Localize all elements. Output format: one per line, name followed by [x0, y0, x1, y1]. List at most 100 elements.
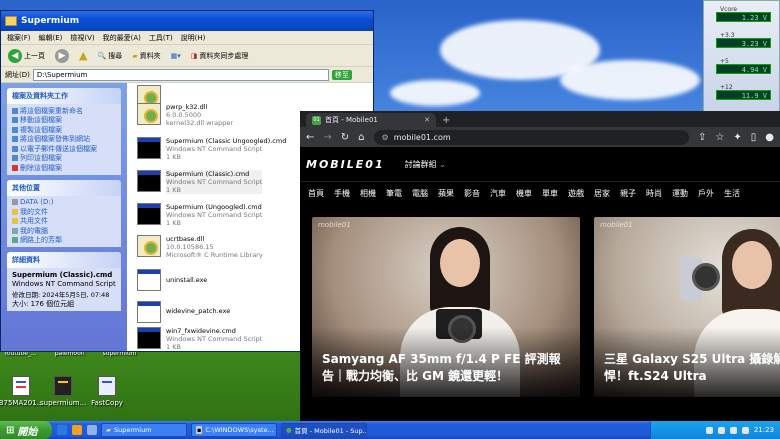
browser-window[interactable]: 01 首頁 - Mobile01 ✕ + ← → ↻ ⌂ ⚙ mobile01.com… [300, 111, 780, 421]
nav-item[interactable]: 汽車 [490, 188, 506, 199]
task-delete[interactable]: 刪除這個檔案 [12, 163, 116, 173]
menu-edit[interactable]: 編輯(E) [39, 33, 63, 43]
other-places-title[interactable]: 其他位置 [7, 179, 121, 196]
hero-caption[interactable]: Samyang AF 35mm f/1.4 P FE 評測報告｜戰力均衡、比 G… [322, 351, 570, 385]
nav-item[interactable]: 機車 [516, 188, 532, 199]
go-button[interactable]: 移至 [331, 69, 352, 80]
forum-label: 討論群組 [404, 159, 437, 169]
new-tab-button[interactable]: + [442, 115, 450, 126]
clock[interactable]: 21:23 [754, 426, 774, 434]
place-network[interactable]: 網路上的芳鄰 [12, 236, 116, 246]
taskbar-item-explorer[interactable]: ▰ Supermium [101, 423, 187, 437]
nav-item[interactable]: 生活 [724, 188, 740, 199]
gadget-value: 1.23 V [716, 12, 771, 22]
nav-item[interactable]: 電腦 [412, 188, 428, 199]
desktop-icon-fastcopy[interactable]: FastCopy [84, 376, 130, 407]
quicklaunch-desktop-icon[interactable] [87, 425, 97, 435]
nav-item[interactable]: 戶外 [698, 188, 714, 199]
menu-help[interactable]: 說明(H) [181, 33, 206, 43]
share-icon[interactable]: ⇪ [698, 132, 706, 143]
task-label: 將這個檔案重新命名 [20, 106, 83, 115]
forum-dropdown[interactable]: 討論群組 ⌄ [405, 159, 446, 170]
nav-item[interactable]: 首頁 [308, 188, 324, 199]
task-rename[interactable]: 將這個檔案重新命名 [12, 106, 116, 116]
tray-app-icon[interactable] [741, 426, 749, 434]
file-item[interactable]: win7_fxwidevine.cmd Windows NT Command Sc… [137, 327, 262, 351]
hero-article-2[interactable]: mobile01 三星 Galaxy S25 Ultra 攝錄解析｜影更強悍！f… [594, 217, 780, 397]
place-my-computer[interactable]: 我的電腦 [12, 226, 116, 236]
home-icon[interactable]: ⌂ [358, 132, 364, 143]
file-item-selected[interactable]: Supermium (Classic).cmd Windows NT Comman… [137, 170, 263, 194]
menu-tools[interactable]: 工具(T) [149, 33, 173, 43]
task-move[interactable]: 移動這個檔案 [12, 116, 116, 126]
search-button[interactable]: 🔍 搜尋 [94, 50, 125, 62]
cmd-file-icon [137, 203, 161, 225]
nav-item[interactable]: 單車 [542, 188, 558, 199]
sync-button[interactable]: ◨ 資料夾同步處理 [188, 50, 252, 62]
file-item[interactable]: widevine_patch.exe [137, 301, 230, 323]
quicklaunch-ie-icon[interactable] [57, 425, 67, 435]
up-button[interactable]: ▲ [76, 48, 90, 63]
file-item[interactable]: Supermium (Classic Ungoogled).cmd Windows… [137, 137, 286, 161]
voltage-gadget[interactable]: Vcore 1.23 V +3.3 3.23 V +5 4.94 V +12 11.9 … [703, 0, 780, 112]
tray-volume-icon[interactable] [717, 426, 725, 434]
file-tasks-title[interactable]: 檔案及資料夾工作 [7, 88, 121, 104]
nav-item[interactable]: 手機 [334, 188, 350, 199]
desktop-icon-supermium[interactable]: supermium... [40, 376, 86, 407]
url-text: mobile01.com [393, 132, 451, 142]
nav-item[interactable]: 居家 [594, 188, 610, 199]
menu-view[interactable]: 檢視(V) [70, 33, 94, 43]
desktop-icon-b75[interactable]: B75MA201... [0, 376, 44, 407]
close-tab-icon[interactable]: ✕ [424, 116, 430, 124]
tray-network-icon[interactable] [705, 426, 713, 434]
cmd-file-icon [137, 170, 161, 192]
task-copy[interactable]: 複製這個檔案 [12, 125, 116, 135]
extensions-icon[interactable]: ✦ [733, 132, 741, 143]
nav-item[interactable]: 遊戲 [568, 188, 584, 199]
site-info-icon[interactable]: ⚙ [382, 133, 389, 142]
nav-item[interactable]: 筆電 [386, 188, 402, 199]
hero-article-1[interactable]: mobile01 Samyang AF 35mm f/1.4 P FE 評測報告… [312, 217, 580, 397]
reload-icon[interactable]: ↻ [341, 132, 349, 143]
task-email[interactable]: 以電子郵件傳送這個檔案 [12, 144, 116, 154]
nav-item[interactable]: 時尚 [646, 188, 662, 199]
place-shared-documents[interactable]: 共用文件 [12, 217, 116, 227]
hero-caption[interactable]: 三星 Galaxy S25 Ultra 攝錄解析｜影更強悍！ft.S24 Ult… [604, 351, 780, 385]
task-print[interactable]: 列印這個檔案 [12, 154, 116, 164]
file-item[interactable]: uninstall.exe [137, 269, 207, 291]
forward-button[interactable]: ▶ [52, 48, 72, 64]
taskbar-item-cmd[interactable]: ▪ C:\WINDOWS\syste... [191, 423, 277, 437]
address-input[interactable]: D:\Supermium [32, 68, 329, 81]
nav-item[interactable]: 親子 [620, 188, 636, 199]
menu-file[interactable]: 檔案(F) [7, 33, 31, 43]
folders-button[interactable]: ▰ 資料夾 [129, 50, 163, 62]
start-button[interactable]: ⊞ 開始 [0, 421, 52, 439]
taskbar-item-browser[interactable]: ● 首頁 - Mobile01 - Sup... [281, 423, 367, 437]
place-my-documents[interactable]: 我的文件 [12, 207, 116, 217]
nav-item[interactable]: 影音 [464, 188, 480, 199]
bookmark-star-icon[interactable]: ☆ [715, 132, 724, 143]
menu-favorites[interactable]: 我的最愛(A) [103, 33, 141, 43]
forward-arrow-icon[interactable]: → [323, 132, 331, 143]
views-button[interactable]: ▦▾ [168, 51, 184, 61]
file-item[interactable]: pwrp_k32.dll 6.0.0.5000 kernel32.dll wrapp… [137, 103, 233, 127]
details-title[interactable]: 詳細資料 [7, 252, 121, 268]
back-arrow-icon: ◀ [8, 48, 22, 63]
file-item[interactable]: ucrtbase.dll 10.0.10586.15 Microsoft® C Ru… [137, 235, 263, 259]
side-panel-icon[interactable]: ▯ [751, 132, 757, 143]
back-button[interactable]: ◀ 上一頁 [5, 48, 48, 64]
tab-mobile01[interactable]: 01 首頁 - Mobile01 ✕ [306, 113, 436, 127]
nav-item[interactable]: 蘋果 [438, 188, 454, 199]
mobile01-logo[interactable]: MOBILE01 [306, 158, 385, 171]
quicklaunch-media-icon[interactable] [72, 425, 82, 435]
explorer-titlebar[interactable]: Supermium [1, 11, 373, 31]
nav-item[interactable]: 相機 [360, 188, 376, 199]
file-item[interactable]: Supermium (Ungoogled).cmd Windows NT Comm… [137, 203, 262, 227]
place-data-drive[interactable]: DATA (D:) [12, 198, 116, 208]
back-arrow-icon[interactable]: ← [306, 132, 314, 143]
tray-security-icon[interactable] [729, 426, 737, 434]
url-bar[interactable]: ⚙ mobile01.com [373, 129, 689, 145]
nav-item[interactable]: 運動 [672, 188, 688, 199]
task-publish[interactable]: 將這個檔案發佈到網站 [12, 135, 116, 145]
profile-icon[interactable]: ● [765, 132, 774, 143]
